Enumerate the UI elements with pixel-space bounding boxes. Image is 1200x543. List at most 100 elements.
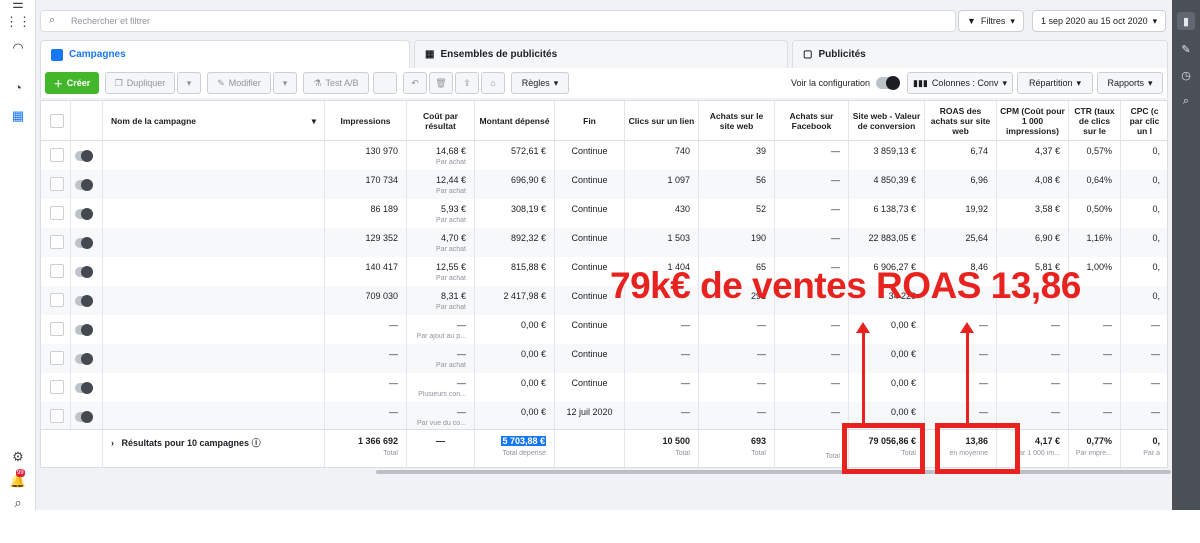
- campaign-toggle[interactable]: [75, 295, 93, 307]
- checkbox[interactable]: [50, 293, 64, 307]
- tab-ads[interactable]: ▢ Publicités: [792, 40, 1168, 68]
- view-config-toggle[interactable]: [876, 76, 900, 90]
- campaigns-table-icon[interactable]: ▦: [9, 106, 27, 124]
- checkbox[interactable]: [50, 148, 64, 162]
- history-icon[interactable]: ◷: [1177, 66, 1195, 84]
- export-button[interactable]: ⇪: [455, 72, 479, 94]
- edit-dropdown[interactable]: ▾: [273, 72, 297, 94]
- menu-icon[interactable]: ☰: [9, 0, 27, 12]
- notifications-icon[interactable]: 🔔 99: [9, 469, 27, 489]
- row-checkbox-cell: [41, 170, 71, 199]
- checkbox[interactable]: [50, 351, 64, 365]
- cell-subtext: Par ajout au p...: [416, 333, 466, 340]
- table-row[interactable]: — — Par achat 0,00 € Continue — — — 0,00 € — — — —: [41, 344, 1167, 373]
- more-button[interactable]: [373, 72, 397, 94]
- duplicate-dropdown[interactable]: ▾: [177, 72, 201, 94]
- table-row[interactable]: 86 189 5,93 € Par achat 308,19 € Continue 430…: [41, 199, 1167, 228]
- undo-button[interactable]: ↶: [403, 72, 427, 94]
- column-header[interactable]: Site web - Valeur de conversion: [849, 101, 925, 141]
- select-all-checkbox[interactable]: [41, 101, 71, 141]
- columns-icon: ▮▮▮: [913, 77, 928, 88]
- column-header[interactable]: Nom de la campagne ▾: [103, 101, 325, 141]
- campaign-toggle[interactable]: [75, 353, 93, 365]
- campaign-toggle[interactable]: [75, 411, 93, 423]
- ab-test-button[interactable]: ⚗ Test A/B: [303, 72, 369, 94]
- checkbox[interactable]: [50, 264, 64, 278]
- row-checkbox-cell: [41, 141, 71, 170]
- totals-spent-value[interactable]: 5 703,88 €: [501, 436, 546, 446]
- table-row[interactable]: 170 734 12,44 € Par achat 696,90 € Continue 1…: [41, 170, 1167, 199]
- settings-icon[interactable]: ⚙: [9, 447, 27, 465]
- breakdown-button[interactable]: Répartition ▾: [1017, 72, 1093, 94]
- column-header[interactable]: Achats sur le site web: [699, 101, 775, 141]
- date-range-picker[interactable]: 1 sep 2020 au 15 oct 2020 ▾: [1032, 10, 1167, 32]
- create-button[interactable]: ＋ Créer: [45, 72, 99, 94]
- column-header[interactable]: Coût par résultat: [407, 101, 475, 141]
- cell-spent: 892,32 €: [475, 228, 555, 257]
- columns-button[interactable]: ▮▮▮ Colonnes : Conv ▾: [907, 72, 1013, 94]
- checkbox[interactable]: [50, 380, 64, 394]
- campaign-toggle[interactable]: [75, 208, 93, 220]
- search-nav-icon[interactable]: ⌕: [9, 493, 27, 511]
- column-header[interactable]: ROAS des achats sur site web: [925, 101, 997, 141]
- pencil-icon[interactable]: ✎: [1177, 40, 1195, 58]
- cell-spent: 0,00 €: [475, 315, 555, 344]
- cell-cost: — Par ajout au p...: [407, 315, 475, 344]
- table-row[interactable]: 130 970 14,68 € Par achat 572,61 € Continue 7…: [41, 141, 1167, 170]
- column-header[interactable]: Clics sur un lien: [625, 101, 699, 141]
- filters-button[interactable]: ▼ Filtres ▾: [958, 10, 1024, 32]
- horizontal-scrollbar[interactable]: [376, 470, 1171, 474]
- cell-value: 6,90 €: [1034, 233, 1060, 243]
- checkbox[interactable]: [50, 206, 64, 220]
- cell-value: 130 970: [365, 146, 398, 156]
- column-header[interactable]: CTR (taux de clics sur le: [1069, 101, 1121, 141]
- checkbox[interactable]: [50, 235, 64, 249]
- tag-button[interactable]: ⌂: [481, 72, 505, 94]
- cell-impressions: 170 734: [325, 170, 407, 199]
- adsets-icon: ▦: [425, 49, 435, 60]
- tab-adsets[interactable]: ▦ Ensembles de publicités: [414, 40, 788, 68]
- dashboard-icon[interactable]: ◔: [9, 78, 27, 96]
- column-header[interactable]: Montant dépensé: [475, 101, 555, 141]
- totals-label-cell[interactable]: › Résultats pour 10 campagnes ⓘ: [103, 430, 325, 467]
- duplicate-button[interactable]: ❐ Dupliquer: [105, 72, 175, 94]
- inspect-icon[interactable]: ⌕: [1177, 92, 1195, 110]
- column-header[interactable]: Impressions: [325, 101, 407, 141]
- campaign-toggle[interactable]: [75, 382, 93, 394]
- edit-button[interactable]: ✎ Modifier: [207, 72, 271, 94]
- column-header[interactable]: Achats sur Facebook: [775, 101, 849, 141]
- campaign-name-cell: [103, 286, 325, 315]
- apps-grid-icon[interactable]: ⋮⋮: [5, 12, 31, 30]
- cell-subtext: Par achat: [436, 188, 466, 195]
- campaign-toggle[interactable]: [75, 266, 93, 278]
- campaign-toggle[interactable]: [75, 179, 93, 191]
- reports-button[interactable]: Rapports ▾: [1097, 72, 1163, 94]
- column-header[interactable]: Fin: [555, 101, 625, 141]
- cell-value: 22 883,05 €: [868, 233, 916, 243]
- campaign-toggle[interactable]: [75, 324, 93, 336]
- cell-value: 815,88 €: [510, 262, 546, 272]
- campaign-toggle[interactable]: [75, 150, 93, 162]
- rules-button[interactable]: Règles ▾: [511, 72, 569, 94]
- cell-purchases-fb: —: [775, 344, 849, 373]
- delete-button[interactable]: 🗑: [429, 72, 453, 94]
- campaign-toggle[interactable]: [75, 237, 93, 249]
- tab-campaigns[interactable]: Campagnes: [40, 40, 410, 68]
- checkbox[interactable]: [50, 322, 64, 336]
- checkbox[interactable]: [50, 409, 64, 423]
- cell-purchases-web: 39: [699, 141, 775, 170]
- cell-purchases-web: 190: [699, 228, 775, 257]
- chart-icon[interactable]: ▮: [1177, 12, 1195, 30]
- table-row[interactable]: — — Plusieurs con... 0,00 € Continue — — — 0,00 …: [41, 373, 1167, 402]
- cell-value: 0,: [1152, 175, 1160, 185]
- checkbox[interactable]: [50, 177, 64, 191]
- checkbox[interactable]: [50, 114, 64, 128]
- chevron-down-icon[interactable]: ▾: [312, 116, 316, 126]
- table-row[interactable]: — — Par ajout au p... 0,00 € Continue — — — 0,00…: [41, 315, 1167, 344]
- column-header[interactable]: CPC (c par clic un l: [1121, 101, 1167, 141]
- table-row[interactable]: 129 352 4,70 € Par achat 892,32 € Continue 1 …: [41, 228, 1167, 257]
- search-input[interactable]: ⌕ Rechercher et filtrer: [40, 10, 956, 32]
- cell-value: 0,64%: [1086, 175, 1112, 185]
- column-header[interactable]: CPM (Coût pour 1 000 impressions): [997, 101, 1069, 141]
- cell-value: Continue: [571, 204, 608, 214]
